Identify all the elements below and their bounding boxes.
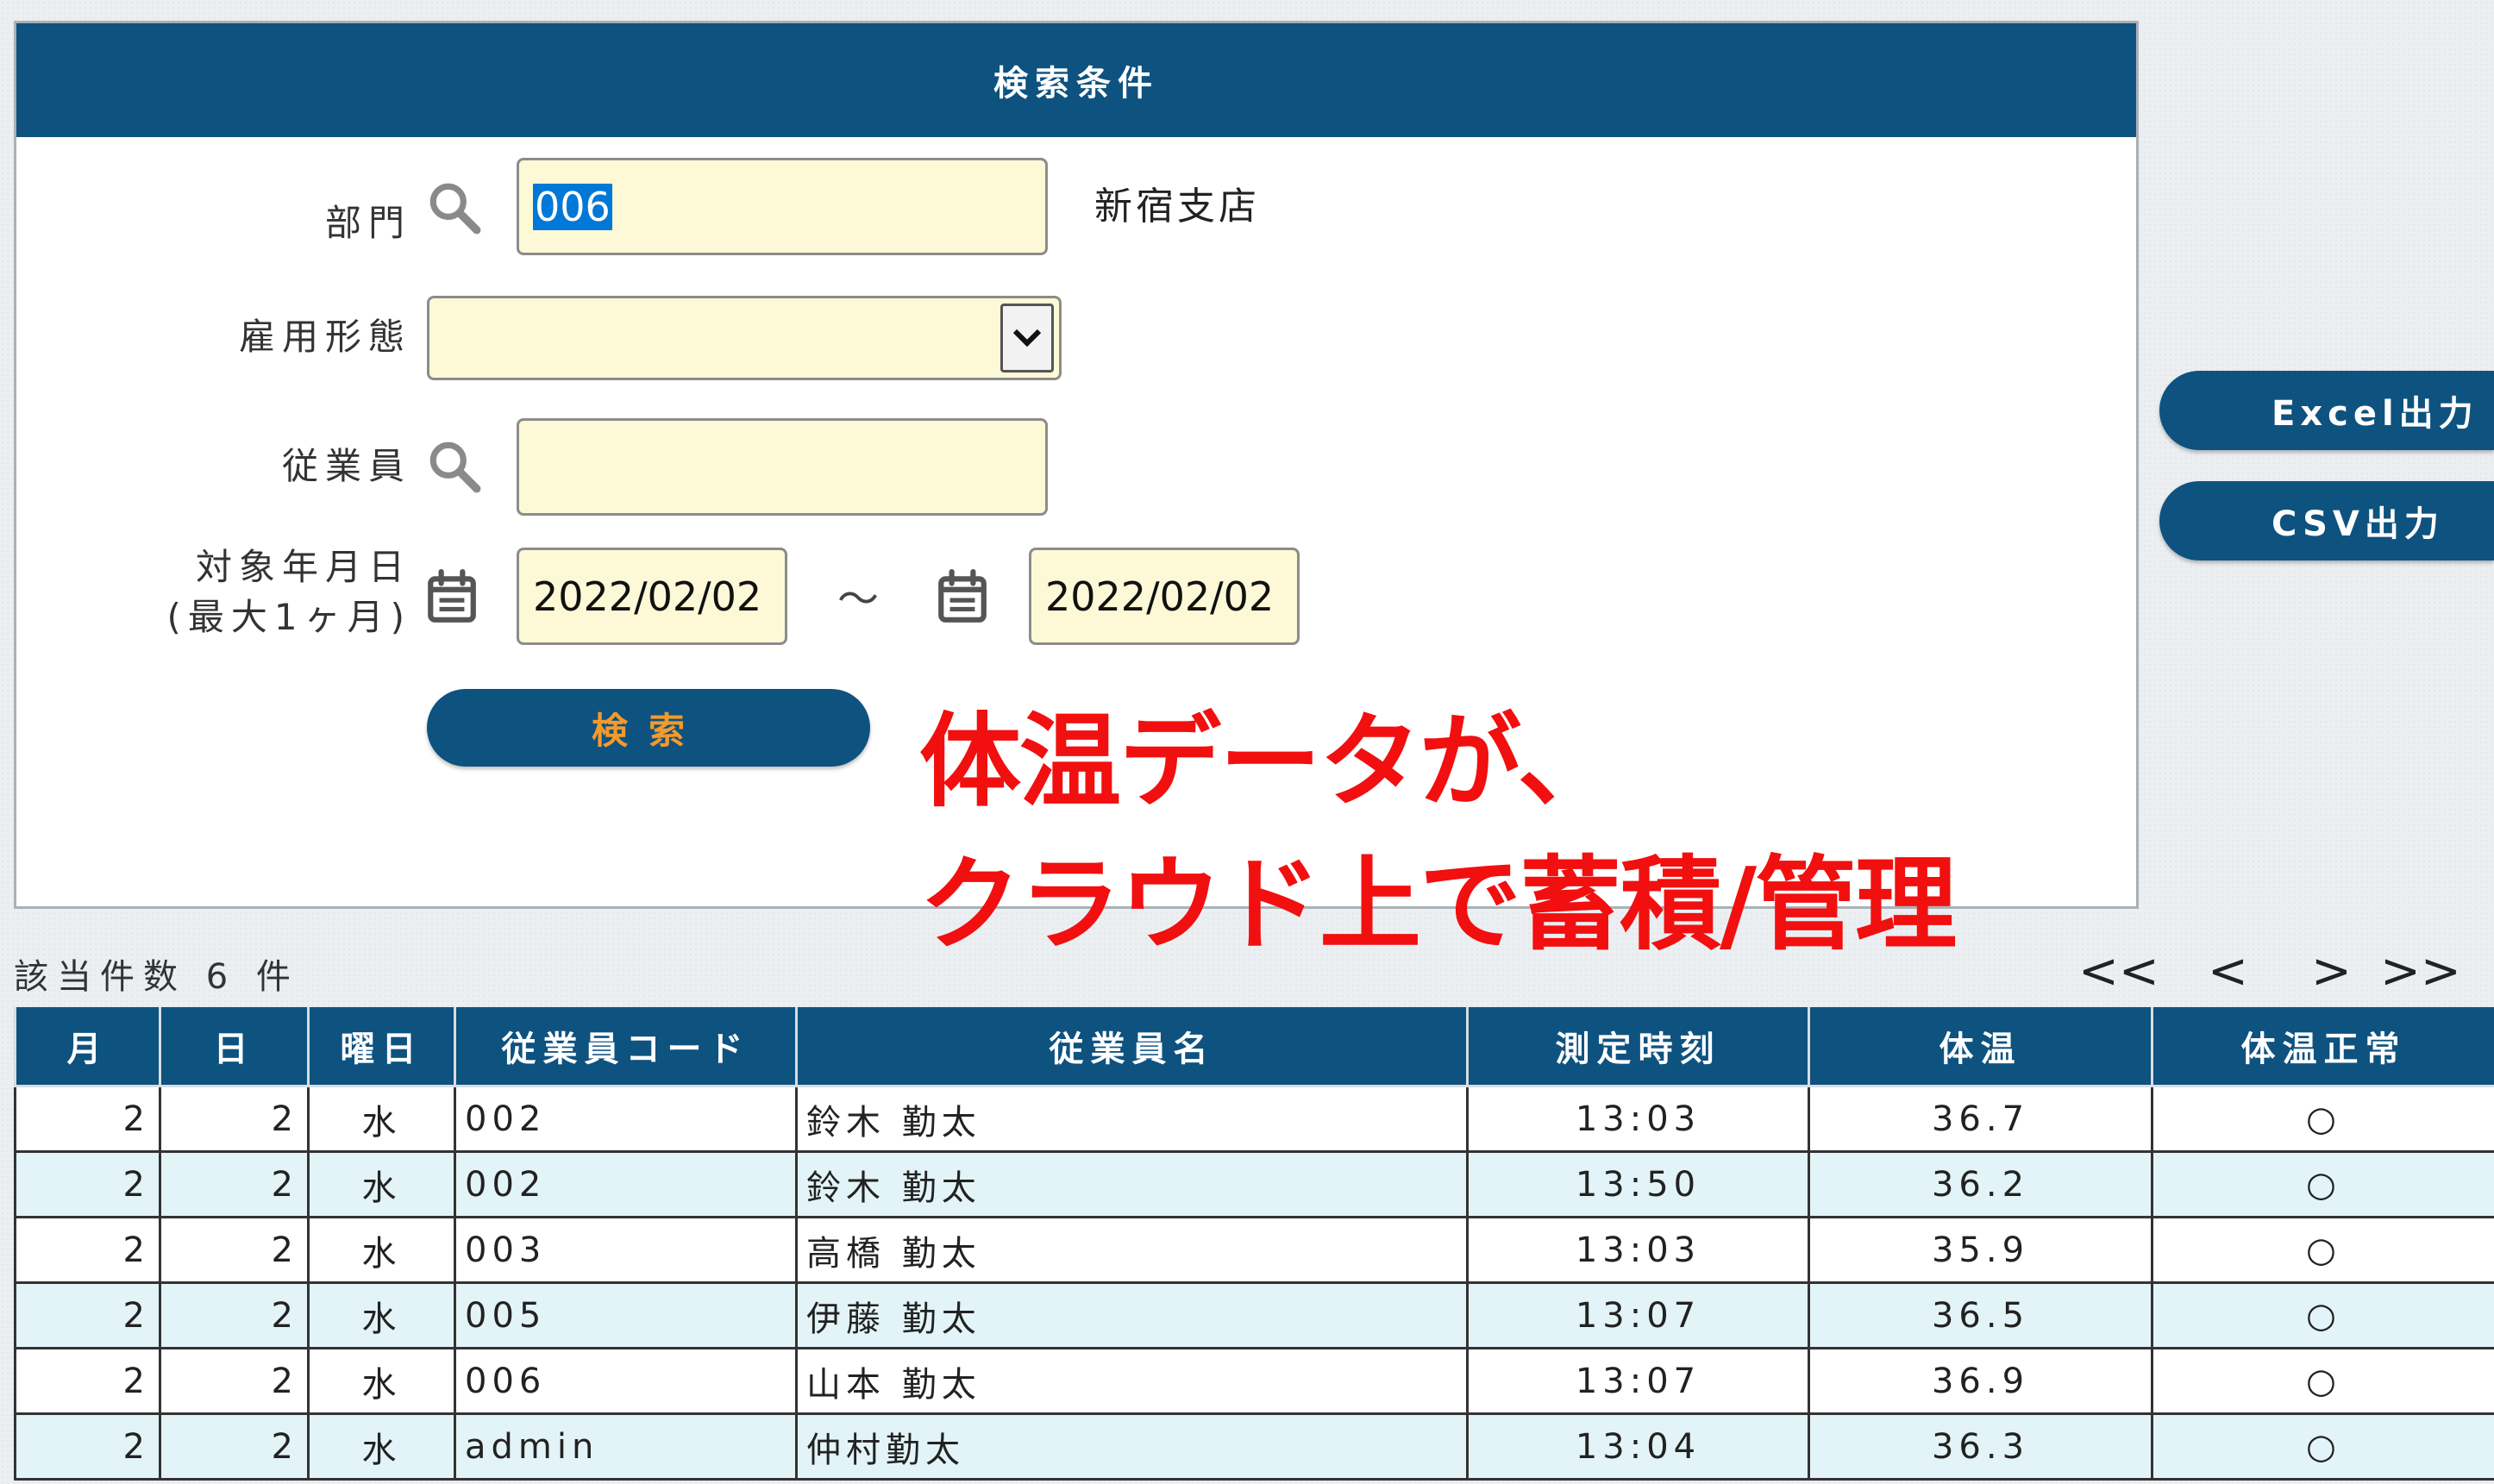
column-header-temperature-normal[interactable]: 体温正常 (2151, 1007, 2494, 1087)
cell-employee-code: 006 (454, 1347, 798, 1415)
cell-measure-time: 13:50 (1466, 1150, 1810, 1218)
cell-temperature-normal: ○ (2151, 1347, 2494, 1415)
cell-weekday: 水 (307, 1085, 456, 1153)
cell-temperature: 36.7 (1808, 1085, 2153, 1153)
cell-temperature: 36.9 (1808, 1347, 2153, 1415)
cell-employee-name: 鈴木 勤太 (795, 1150, 1469, 1218)
cell-temperature: 36.5 (1808, 1281, 2153, 1349)
result-count: 該当件数 6 件 (14, 957, 299, 997)
target-date-label: 対象年月日 (最大1ヶ月) (167, 542, 412, 642)
calendar-icon[interactable] (934, 567, 991, 627)
cell-measure-time: 13:07 (1466, 1347, 1810, 1415)
overlay-caption: 体温データが、 クラウド上で蓄積/管理 (919, 690, 1957, 976)
date-to-value: 2022/02/02 (1045, 573, 1275, 620)
cell-temperature: 36.2 (1808, 1150, 2153, 1218)
table-row[interactable]: 2 2 水 002 鈴木 勤太 13:03 36.7 ○ (14, 1085, 2494, 1153)
cell-day: 2 (159, 1150, 310, 1218)
cell-weekday: 水 (307, 1150, 456, 1218)
cell-temperature: 35.9 (1808, 1216, 2153, 1284)
employee-label: 従業員 (281, 445, 411, 487)
results-table: 月 日 曜日 従業員コード 従業員名 測定時刻 体温 体温正常 2 2 水 00… (14, 1007, 2494, 1481)
search-button[interactable]: 検索 (427, 689, 870, 767)
cell-employee-name: 伊藤 勤太 (795, 1281, 1469, 1349)
cell-measure-time: 13:03 (1466, 1085, 1810, 1153)
table-row[interactable]: 2 2 水 admin 仲村勤太 13:04 36.3 ○ (14, 1412, 2494, 1481)
table-header-row: 月 日 曜日 従業員コード 従業員名 測定時刻 体温 体温正常 (14, 1007, 2494, 1087)
department-label: 部門 (324, 202, 411, 244)
cell-measure-time: 13:04 (1466, 1412, 1810, 1481)
cell-employee-code: 005 (454, 1281, 798, 1349)
cell-weekday: 水 (307, 1412, 456, 1481)
cell-month: 2 (14, 1412, 161, 1481)
cell-employee-name: 山本 勤太 (795, 1347, 1469, 1415)
pager-prev[interactable]: < (2208, 943, 2248, 999)
column-header-measure-time[interactable]: 測定時刻 (1466, 1007, 1810, 1087)
column-header-weekday[interactable]: 曜日 (307, 1007, 456, 1087)
department-search-icon[interactable] (425, 178, 482, 235)
column-header-employee-name[interactable]: 従業員名 (795, 1007, 1469, 1087)
search-panel-title: 検索条件 (16, 23, 2136, 137)
cell-employee-name: 仲村勤太 (795, 1412, 1469, 1481)
cell-employee-name: 高橋 勤太 (795, 1216, 1469, 1284)
caption-line2: クラウド上で蓄積/管理 (919, 845, 1957, 964)
cell-weekday: 水 (307, 1281, 456, 1349)
employee-search-icon[interactable] (425, 437, 482, 494)
cell-day: 2 (159, 1085, 310, 1153)
calendar-icon[interactable] (423, 567, 480, 627)
department-name: 新宿支店 (1094, 185, 1260, 229)
csv-export-button[interactable]: CSV出力 (2159, 481, 2494, 560)
cell-employee-name: 鈴木 勤太 (795, 1085, 1469, 1153)
department-code-value: 006 (533, 183, 612, 230)
cell-weekday: 水 (307, 1347, 456, 1415)
cell-month: 2 (14, 1216, 161, 1284)
cell-employee-code: 002 (454, 1150, 798, 1218)
department-code-input[interactable]: 006 (517, 158, 1048, 255)
pager-first[interactable]: << (2078, 943, 2159, 999)
date-range-separator: ～ (837, 575, 880, 623)
cell-measure-time: 13:07 (1466, 1281, 1810, 1349)
cell-month: 2 (14, 1150, 161, 1218)
date-to-input[interactable]: 2022/02/02 (1029, 548, 1300, 645)
cell-employee-code: 003 (454, 1216, 798, 1284)
cell-month: 2 (14, 1281, 161, 1349)
employment-type-select[interactable] (427, 296, 1062, 380)
column-header-temperature[interactable]: 体温 (1808, 1007, 2153, 1087)
cell-day: 2 (159, 1412, 310, 1481)
cell-temperature: 36.3 (1808, 1412, 2153, 1481)
date-from-input[interactable]: 2022/02/02 (517, 548, 787, 645)
table-row[interactable]: 2 2 水 002 鈴木 勤太 13:50 36.2 ○ (14, 1150, 2494, 1218)
cell-employee-code: admin (454, 1412, 798, 1481)
chevron-down-icon[interactable] (1000, 304, 1054, 373)
cell-day: 2 (159, 1281, 310, 1349)
employment-type-label: 雇用形態 (238, 316, 411, 358)
cell-weekday: 水 (307, 1216, 456, 1284)
cell-temperature-normal: ○ (2151, 1412, 2494, 1481)
cell-measure-time: 13:03 (1466, 1216, 1810, 1284)
cell-temperature-normal: ○ (2151, 1216, 2494, 1284)
cell-month: 2 (14, 1347, 161, 1415)
table-row[interactable]: 2 2 水 006 山本 勤太 13:07 36.9 ○ (14, 1347, 2494, 1415)
employee-input[interactable] (517, 418, 1048, 516)
pager-next[interactable]: > (2311, 943, 2352, 999)
caption-line1: 体温データが、 (919, 702, 1620, 821)
target-date-label-line2: (最大1ヶ月) (166, 596, 411, 638)
table-row[interactable]: 2 2 水 003 高橋 勤太 13:03 35.9 ○ (14, 1216, 2494, 1284)
cell-month: 2 (14, 1085, 161, 1153)
target-date-label-line1: 対象年月日 (195, 546, 411, 588)
cell-temperature-normal: ○ (2151, 1085, 2494, 1153)
date-from-value: 2022/02/02 (533, 573, 762, 620)
cell-day: 2 (159, 1216, 310, 1284)
excel-export-button[interactable]: Excel出力 (2159, 371, 2494, 450)
column-header-day[interactable]: 日 (159, 1007, 310, 1087)
table-row[interactable]: 2 2 水 005 伊藤 勤太 13:07 36.5 ○ (14, 1281, 2494, 1349)
column-header-employee-code[interactable]: 従業員コード (454, 1007, 798, 1087)
cell-temperature-normal: ○ (2151, 1281, 2494, 1349)
cell-employee-code: 002 (454, 1085, 798, 1153)
cell-temperature-normal: ○ (2151, 1150, 2494, 1218)
column-header-month[interactable]: 月 (14, 1007, 161, 1087)
cell-day: 2 (159, 1347, 310, 1415)
pager-last[interactable]: >> (2380, 943, 2461, 999)
